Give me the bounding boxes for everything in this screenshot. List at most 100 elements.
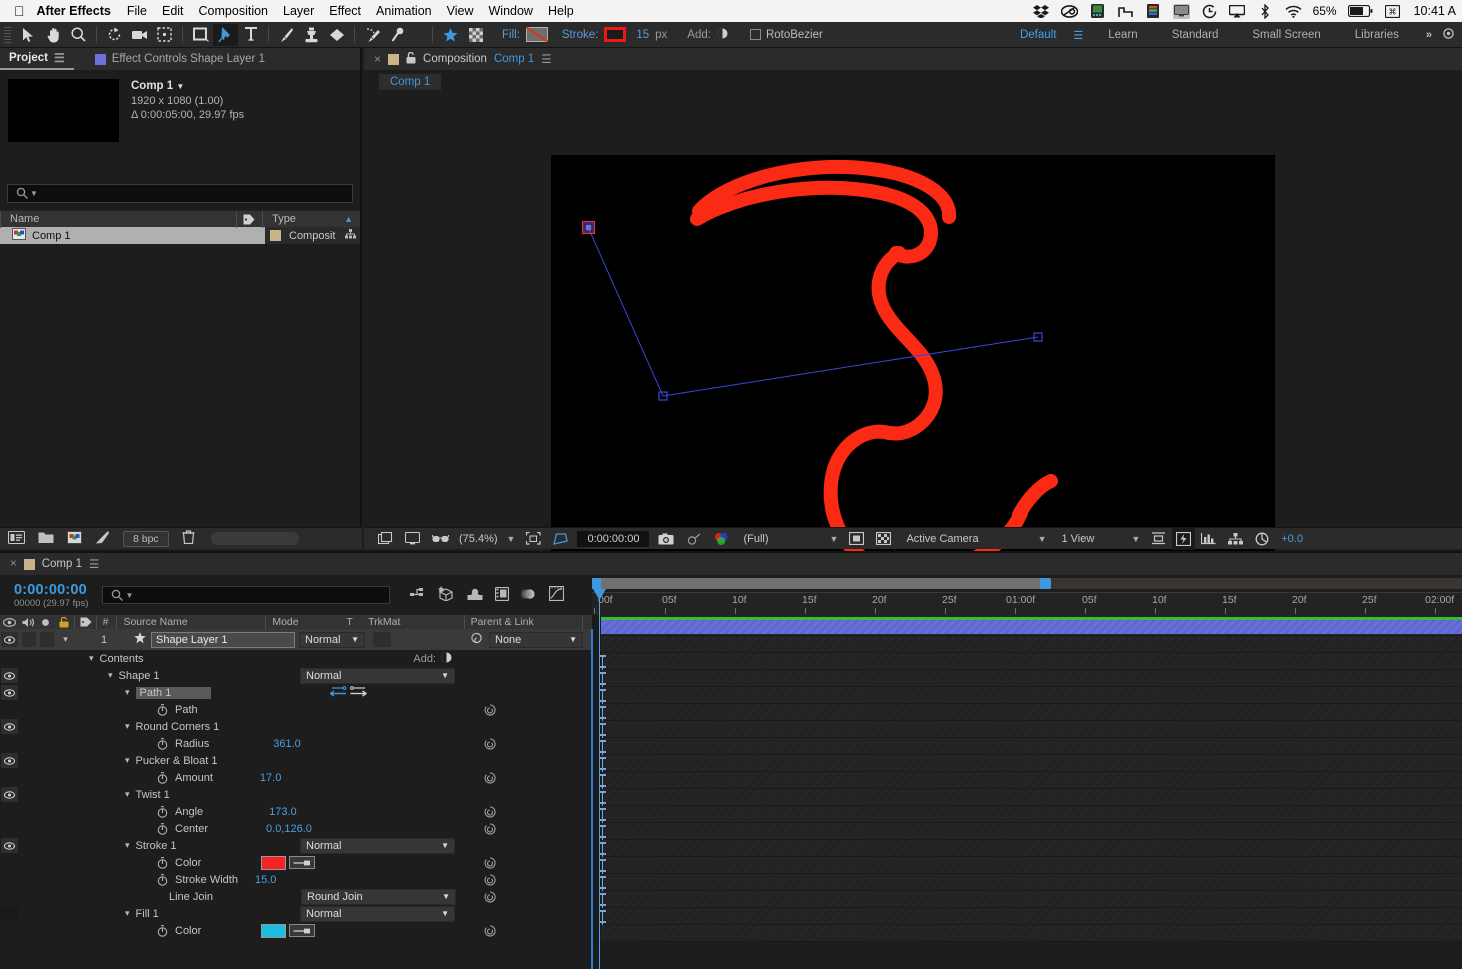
property-visibility-toggle[interactable] — [0, 667, 19, 684]
pixel-aspect-icon[interactable] — [1145, 528, 1172, 550]
stopwatch-icon[interactable] — [156, 771, 169, 784]
app-name-label[interactable]: After Effects — [37, 4, 111, 18]
layer-mode-dropdown[interactable]: Normal ▼ — [299, 631, 365, 648]
property-row-path-1[interactable]: ▾ Path 1 — [0, 684, 592, 701]
expression-toggle-icon[interactable] — [481, 890, 499, 903]
track-row-angle[interactable] — [592, 789, 1462, 806]
frame-blending-icon[interactable] — [495, 586, 510, 604]
menu-layer[interactable]: Layer — [283, 4, 314, 18]
draft-3d-icon[interactable] — [438, 586, 455, 604]
property-visibility-toggle[interactable] — [0, 837, 19, 854]
battery-icon[interactable] — [1347, 4, 1373, 19]
stopwatch-icon[interactable] — [156, 924, 169, 937]
property-row-stroke-width[interactable]: Stroke Width 15.0 — [0, 871, 592, 888]
timeline-ruler[interactable]: 00f 05f 10f 15f 20f 25f 01:00f 05f 10f 1… — [592, 575, 1462, 615]
apple-logo-icon[interactable]:  — [14, 4, 25, 18]
creative-cloud-icon[interactable] — [1060, 4, 1078, 19]
expression-toggle-icon[interactable] — [481, 822, 499, 835]
stopwatch-icon[interactable] — [156, 856, 169, 869]
track-row-pucker-bloat-1[interactable] — [592, 738, 1462, 755]
track-row-path[interactable] — [592, 687, 1462, 704]
property-value[interactable]: 0.0,126.0 — [266, 823, 312, 835]
expression-toggle-icon[interactable] — [481, 856, 499, 869]
property-visibility-toggle[interactable] — [0, 786, 19, 803]
work-area-bar[interactable] — [592, 578, 1462, 589]
delete-icon[interactable] — [182, 530, 195, 547]
column-header-type[interactable]: Type — [262, 210, 340, 228]
menu-animation[interactable]: Animation — [376, 4, 432, 18]
views-value[interactable]: 1 View — [1052, 533, 1099, 545]
workspace-libraries[interactable]: Libraries — [1338, 22, 1416, 48]
resolution-value[interactable]: (Full) — [735, 533, 772, 545]
path-direction-reverse-icon[interactable] — [329, 685, 347, 700]
property-visibility-toggle[interactable] — [0, 718, 19, 735]
monitor-icon[interactable] — [399, 528, 426, 550]
track-row-contents[interactable] — [592, 636, 1462, 653]
puppet-pin-tool[interactable] — [385, 24, 410, 46]
menu-window[interactable]: Window — [489, 4, 533, 18]
bluetooth-icon[interactable] — [1257, 3, 1274, 19]
stroke-label[interactable]: Stroke: — [562, 29, 598, 41]
current-time-value[interactable]: 0:00:00:00 — [14, 582, 88, 598]
column-header-trkmat[interactable]: TrkMat — [362, 615, 464, 629]
lock-icon[interactable] — [406, 51, 416, 67]
snapshot-icon[interactable] — [652, 528, 680, 550]
panel-menu-icon[interactable]: ☰ — [89, 557, 99, 571]
property-row-angle[interactable]: Angle 173.0 — [0, 803, 592, 820]
sort-ascending-icon[interactable]: ▲ — [340, 214, 360, 224]
property-row-fill-1[interactable]: ▾ Fill 1 Normal ▼ — [0, 905, 592, 922]
expression-toggle-icon[interactable] — [481, 703, 499, 716]
property-value[interactable]: 361.0 — [273, 738, 301, 750]
track-time-indicator[interactable] — [599, 615, 600, 969]
stroke-color-eyedropper-button[interactable] — [289, 856, 316, 869]
chevron-down-icon[interactable]: ▾ — [125, 840, 130, 851]
track-row-center[interactable] — [592, 806, 1462, 823]
track-row-amount[interactable] — [592, 755, 1462, 772]
toolbar-grip[interactable] — [4, 26, 11, 43]
work-area-end-handle[interactable] — [1040, 578, 1051, 589]
new-composition-icon[interactable] — [7, 530, 26, 547]
tab-effect-controls[interactable]: Effect Controls Shape Layer 1 — [86, 48, 274, 70]
favorites-star-icon[interactable] — [438, 24, 463, 46]
rotobezier-option[interactable]: RotoBezier — [749, 29, 823, 41]
roto-brush-tool[interactable] — [360, 24, 385, 46]
chevron-down-icon[interactable]: ▾ — [125, 908, 130, 919]
resolution-chevron-down-icon[interactable]: ▼ — [825, 534, 844, 544]
track-row-stroke-width[interactable] — [592, 857, 1462, 874]
menu-effect[interactable]: Effect — [329, 4, 361, 18]
track-row-round-corners-1[interactable] — [592, 704, 1462, 721]
menu-file[interactable]: File — [127, 4, 147, 18]
path-direction-forward-icon[interactable] — [350, 685, 368, 700]
property-row-round-corners-1[interactable]: ▾ Round Corners 1 — [0, 718, 592, 735]
layer-parent-dropdown[interactable]: None ▼ — [489, 631, 583, 648]
property-row-shape-1[interactable]: ▾ Shape 1 Normal ▼ — [0, 667, 592, 684]
column-header-video-icon[interactable] — [0, 617, 19, 627]
stopwatch-icon[interactable] — [156, 703, 169, 716]
type-tool[interactable] — [238, 24, 263, 46]
column-header-tag-icon[interactable] — [236, 210, 262, 228]
column-header-audio-icon[interactable] — [19, 617, 38, 628]
clock-label[interactable]: 10:41 A — [1414, 4, 1456, 18]
track-row-empty[interactable] — [592, 925, 1462, 942]
property-row-path[interactable]: Path — [0, 701, 592, 718]
line-join-dropdown[interactable]: Round Join ▼ — [301, 888, 456, 905]
timeline-pane-divider[interactable] — [591, 629, 593, 969]
label-color-swatch[interactable] — [270, 230, 281, 241]
stroke-swatch[interactable] — [604, 27, 627, 42]
chevron-down-icon[interactable]: ▾ — [89, 653, 94, 664]
chevron-down-icon[interactable]: ▾ — [125, 789, 130, 800]
tab-project[interactable]: Project ☰ — [0, 48, 74, 70]
clone-stamp-tool[interactable] — [299, 24, 324, 46]
wifi-icon[interactable] — [1285, 4, 1302, 19]
camera-tool[interactable] — [127, 24, 152, 46]
rotobezier-checkbox[interactable] — [749, 29, 761, 40]
region-of-interest-icon[interactable] — [520, 528, 547, 550]
motion-blur-icon[interactable] — [520, 587, 537, 604]
property-visibility-toggle[interactable] — [0, 752, 19, 769]
drive-icon[interactable] — [1089, 4, 1106, 19]
interpret-footage-icon[interactable] — [95, 530, 110, 547]
menu-help[interactable]: Help — [548, 4, 574, 18]
timeline-search-input[interactable]: ▼ — [102, 586, 391, 604]
chevron-down-icon[interactable]: ▾ — [108, 670, 113, 681]
fast-preview-icon[interactable] — [1172, 527, 1196, 550]
